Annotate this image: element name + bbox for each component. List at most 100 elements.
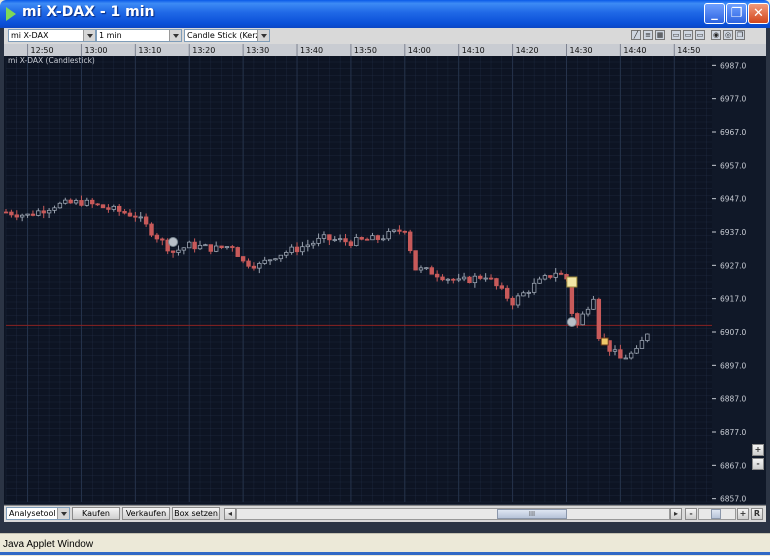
candle-body: [111, 205, 116, 210]
window-layout-icon[interactable]: ▭: [683, 30, 693, 40]
window-title: mi X-DAX - 1 min: [22, 4, 155, 20]
candle-body: [461, 276, 467, 280]
maximize-button[interactable]: ❐: [726, 3, 747, 24]
candle-body: [348, 241, 354, 246]
candle-body: [267, 259, 273, 262]
candle-body: [3, 211, 9, 214]
chart-toolbar: mi X-DAX 1 min Candle Stick (Kerze ╱ ≡ ▦…: [4, 28, 766, 45]
analysis-tool-select[interactable]: Analysetool: [6, 507, 70, 520]
price-axis-label: 6867.0: [720, 461, 746, 470]
candle-body: [14, 214, 19, 218]
settings-icon[interactable]: ◉: [711, 30, 721, 40]
candle-body: [36, 210, 41, 216]
price-axis-label: 6917.0: [720, 295, 746, 304]
chevron-down-icon[interactable]: [57, 508, 69, 519]
reset-button[interactable]: R: [751, 508, 763, 520]
time-axis-label: 14:10: [462, 46, 485, 55]
minimize-button[interactable]: _: [704, 3, 725, 24]
candle-body: [407, 231, 413, 252]
chart-background: [4, 44, 766, 504]
grid-icon[interactable]: ▦: [655, 30, 665, 40]
candle-body: [337, 238, 343, 241]
candle-body: [623, 357, 628, 360]
time-axis-label: 14:00: [408, 46, 431, 55]
candle-body: [9, 211, 14, 216]
candle-body: [300, 246, 305, 253]
list-icon[interactable]: ≡: [643, 30, 653, 40]
candle-body: [116, 205, 122, 212]
candle-body: [628, 352, 634, 359]
candle-body: [612, 349, 618, 352]
trade-marker-square: [566, 276, 578, 288]
candle-body: [46, 209, 52, 214]
candle-body: [25, 213, 30, 216]
zoom-slider-thumb[interactable]: [711, 509, 721, 519]
candle-body: [434, 273, 440, 278]
zoom-in-button[interactable]: +: [737, 508, 749, 520]
candle-body: [537, 278, 542, 284]
window-layout-icon[interactable]: ▭: [671, 30, 681, 40]
candle-body: [321, 234, 327, 239]
candle-body: [84, 199, 90, 206]
candle-body: [149, 223, 154, 236]
candle-body: [284, 252, 289, 256]
price-axis-label: 6907.0: [720, 328, 746, 337]
scroll-left-icon[interactable]: ◂: [224, 508, 236, 520]
candle-body: [316, 237, 321, 244]
window-titlebar: mi X-DAX - 1 min _ ❐ ✕: [0, 0, 770, 28]
candle-body: [294, 246, 300, 253]
time-axis-label: 13:50: [354, 46, 377, 55]
candle-body: [440, 276, 445, 281]
candle-body: [30, 213, 36, 216]
analysis-tool-value: Analysetool: [9, 509, 56, 518]
price-axis-label: 6977.0: [720, 95, 746, 104]
chevron-down-icon[interactable]: [257, 30, 269, 41]
candle-body: [100, 204, 106, 209]
candle-body: [73, 200, 79, 204]
buy-button[interactable]: Kaufen: [72, 507, 120, 520]
close-button[interactable]: ✕: [748, 3, 769, 24]
candle-body: [251, 265, 257, 269]
scroll-right-icon[interactable]: ▸: [670, 508, 682, 520]
instrument-select[interactable]: mi X-DAX: [8, 29, 96, 42]
zoom-icon[interactable]: ◎: [723, 30, 733, 40]
window-layout-icon[interactable]: ▭: [695, 30, 705, 40]
chart-area[interactable]: 12:50 13:00 13:10 13:20 13:30 13:40 13:50 14:00…: [3, 44, 766, 504]
candle-body: [451, 278, 456, 281]
candle-body: [472, 275, 478, 284]
chart-type-select[interactable]: Candle Stick (Kerze: [184, 29, 270, 42]
time-axis-label: 14:50: [677, 46, 700, 55]
candle-body: [213, 245, 219, 252]
candle-body: [187, 241, 192, 249]
price-axis-label: 6957.0: [720, 161, 746, 170]
price-axis-label: 6887.0: [720, 395, 746, 404]
status-text: Java Applet Window: [3, 539, 94, 550]
sell-button[interactable]: Verkaufen: [122, 507, 170, 520]
candle-body: [127, 212, 133, 217]
candle-body: [531, 282, 537, 293]
scrollbar-thumb[interactable]: III: [497, 509, 567, 519]
candle-body: [580, 313, 585, 326]
interval-select[interactable]: 1 min: [96, 29, 182, 42]
restore-icon[interactable]: ❐: [735, 30, 745, 40]
chart-type-value: Candle Stick (Kerze: [187, 31, 265, 40]
candle-body: [354, 237, 359, 246]
candle-body: [418, 267, 424, 271]
candle-body: [510, 297, 515, 306]
chevron-down-icon[interactable]: [169, 30, 181, 41]
vertical-zoom-in-button[interactable]: +: [752, 444, 764, 456]
vertical-zoom-out-button[interactable]: -: [752, 458, 764, 470]
chevron-down-icon[interactable]: [83, 30, 95, 41]
candle-body: [478, 275, 483, 279]
candle-body: [386, 231, 391, 240]
trade-marker-flag: [600, 337, 609, 346]
candlestick-chart[interactable]: 12:50 13:00 13:10 13:20 13:30 13:40 13:50 14:00…: [3, 44, 766, 504]
candle-body: [154, 234, 160, 240]
time-axis-label: 14:40: [623, 46, 646, 55]
zoom-out-button[interactable]: -: [685, 508, 697, 520]
pencil-icon[interactable]: ╱: [631, 30, 641, 40]
set-box-button[interactable]: Box setzen: [172, 507, 220, 520]
horizontal-scrollbar[interactable]: III: [236, 508, 670, 520]
zoom-slider[interactable]: [698, 508, 736, 520]
price-axis-label: 6857.0: [720, 495, 746, 504]
